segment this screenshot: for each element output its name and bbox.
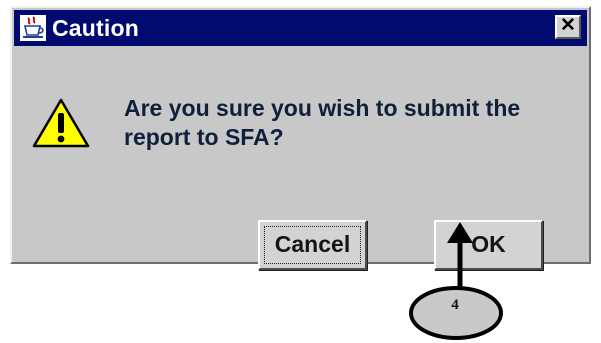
message-line-2: report to SFA? xyxy=(124,124,284,150)
cancel-button-label: Cancel xyxy=(274,231,351,257)
close-icon: ✕ xyxy=(560,15,576,36)
warning-triangle-icon xyxy=(32,98,90,148)
step-number: 4 xyxy=(451,297,459,313)
close-button[interactable]: ✕ xyxy=(555,15,581,39)
ok-button[interactable]: OK xyxy=(434,220,543,270)
confirmation-message: Are you sure you wish to submit the repo… xyxy=(124,94,584,152)
screen: Caution ✕ Are you sure you wish to submi… xyxy=(0,0,601,343)
cancel-button[interactable]: Cancel xyxy=(258,220,367,270)
java-cup-icon xyxy=(20,15,46,41)
ok-button-label: OK xyxy=(471,231,506,257)
dialog-body: Are you sure you wish to submit the repo… xyxy=(12,46,589,270)
title-bar[interactable]: Caution ✕ xyxy=(14,10,587,46)
caution-dialog: Caution ✕ Are you sure you wish to submi… xyxy=(10,6,591,270)
dialog-title: Caution xyxy=(52,15,139,41)
message-line-1: Are you sure you wish to submit the xyxy=(124,95,521,121)
